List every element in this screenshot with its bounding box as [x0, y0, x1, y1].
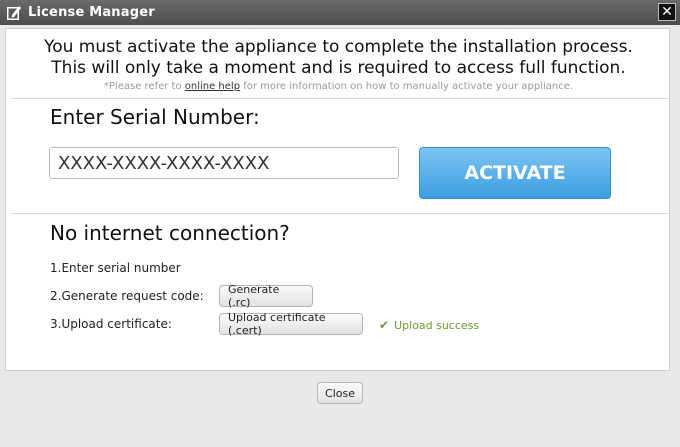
- activation-message: You must activate the appliance to compl…: [6, 37, 671, 79]
- divider: [11, 98, 671, 99]
- step-enter-serial: 1.Enter serial number: [50, 261, 181, 275]
- license-manager-window: License Manager ✕ You must activate the …: [0, 0, 680, 447]
- no-internet-heading: No internet connection?: [50, 221, 290, 245]
- serial-number-label: Enter Serial Number:: [50, 105, 260, 129]
- checkmark-icon: ✔: [379, 318, 390, 332]
- online-help-link[interactable]: online help: [185, 81, 240, 92]
- upload-status: ✔ Upload success: [379, 318, 479, 332]
- message-line-2: This will only take a moment and is requ…: [51, 58, 626, 78]
- divider: [11, 213, 671, 214]
- help-note-suffix: for more information on how to manually …: [240, 81, 574, 92]
- close-button[interactable]: Close: [317, 382, 363, 404]
- help-note: *Please refer to online help for more in…: [6, 81, 671, 92]
- generate-rc-button[interactable]: Generate (.rc): [219, 283, 313, 309]
- window-title: License Manager: [28, 5, 155, 20]
- activation-panel: You must activate the appliance to compl…: [5, 28, 671, 371]
- close-window-icon[interactable]: ✕: [658, 3, 676, 21]
- title-bar: License Manager ✕: [0, 0, 680, 25]
- step-generate-request: 2.Generate request code:: [50, 289, 204, 303]
- serial-number-input[interactable]: [49, 147, 399, 179]
- upload-status-text: Upload success: [394, 319, 480, 332]
- license-edit-icon: [7, 6, 21, 20]
- message-line-1: You must activate the appliance to compl…: [44, 37, 633, 57]
- step-upload-certificate: 3.Upload certificate:: [50, 317, 172, 331]
- help-note-prefix: *Please refer to: [103, 81, 185, 92]
- upload-certificate-button[interactable]: Upload certificate (.cert): [219, 311, 363, 337]
- activate-button[interactable]: ACTIVATE: [419, 147, 611, 199]
